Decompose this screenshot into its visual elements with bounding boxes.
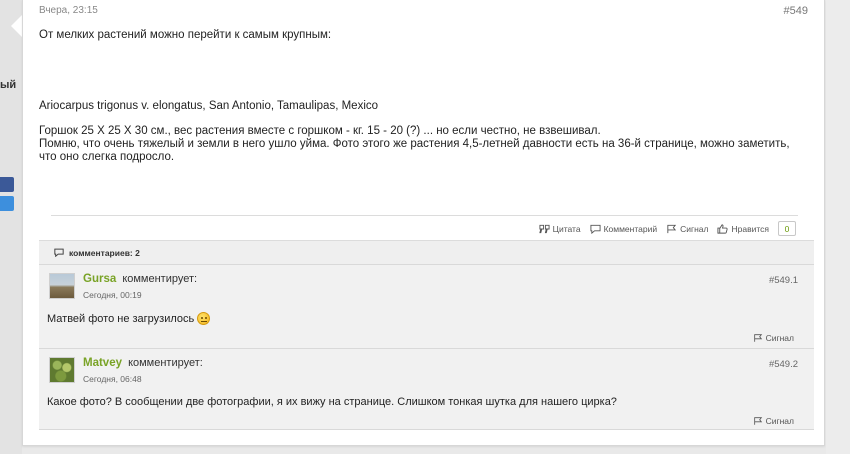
comment-author-link[interactable]: Gursa xyxy=(83,273,116,285)
like-count-badge: 0 xyxy=(778,221,796,236)
forum-post: Вчера, 23:15 #549 От мелких растений мож… xyxy=(22,0,825,446)
flag-icon xyxy=(667,224,677,233)
signal-button[interactable]: Сигнал xyxy=(666,224,708,234)
speech-bubble-icon xyxy=(590,224,601,234)
thumbs-up-icon xyxy=(717,223,729,234)
post-text-line: Помню, что очень тяжелый и земли в него … xyxy=(39,138,790,150)
like-label: Нравится xyxy=(731,223,769,234)
comment-signal-label: Сигнал xyxy=(765,333,794,343)
comments-header: комментариев: 2 xyxy=(39,240,814,264)
post-text-line: Горшок 25 X 25 X 30 см., вес растения вм… xyxy=(39,125,601,137)
comment-timestamp: Сегодня, 00:19 xyxy=(83,290,142,300)
comment-author-link[interactable]: Matvey xyxy=(83,357,122,369)
comment-button[interactable]: Комментарий xyxy=(590,223,658,234)
comment-author-line: Matvey комментирует: xyxy=(83,357,203,369)
comment-text: Какое фото? В сообщении две фотографии, … xyxy=(47,396,617,408)
comment-body: Матвей фото не загрузилось xyxy=(47,312,195,325)
quote-button[interactable]: Цитата xyxy=(538,223,581,234)
quote-icon xyxy=(538,224,550,233)
post-timestamp: Вчера, 23:15 xyxy=(39,5,98,16)
signal-label: Сигнал xyxy=(680,223,709,234)
right-page-margin xyxy=(826,0,850,454)
like-button[interactable]: Нравится xyxy=(717,224,769,234)
comment-verb: комментирует: xyxy=(128,357,203,369)
quote-label: Цитата xyxy=(552,223,581,234)
left-sidebar-edge: ый xyxy=(0,0,22,454)
avatar[interactable] xyxy=(49,273,75,299)
comment-label: Комментарий xyxy=(603,223,658,234)
post-actions: Цитата Комментарий Сигнал Нравится 0 xyxy=(538,221,796,236)
twitter-share-icon[interactable] xyxy=(0,196,14,211)
comment-text: Матвей фото не загрузилось xyxy=(47,312,211,325)
comment-timestamp: Сегодня, 06:48 xyxy=(83,374,142,384)
post-text-line: От мелких растений можно перейти к самым… xyxy=(39,29,332,41)
comment-body: Какое фото? В сообщении две фотографии, … xyxy=(47,396,617,408)
comment-author-line: Gursa комментирует: xyxy=(83,273,197,285)
post-number-link[interactable]: #549 xyxy=(784,5,808,17)
comment-item: Gursa комментирует: Сегодня, 00:19 #549.… xyxy=(39,264,814,348)
comment-number-link[interactable]: #549.1 xyxy=(769,275,798,286)
comments-count: комментариев: 2 xyxy=(69,247,140,258)
post-divider xyxy=(51,215,798,216)
comment-verb: комментирует: xyxy=(122,273,198,285)
comment-number-link[interactable]: #549.2 xyxy=(769,359,798,370)
post-pointer xyxy=(11,15,22,37)
comments-section: комментариев: 2 Gursa комментирует: Сего… xyxy=(39,240,814,430)
avatar[interactable] xyxy=(49,357,75,383)
comment-signal-button[interactable]: Сигнал xyxy=(753,416,794,426)
post-text-line: Ariocarpus trigonus v. elongatus, San An… xyxy=(39,100,379,112)
comment-bubble-icon xyxy=(54,248,64,257)
sidebar-cut-text: ый xyxy=(0,79,17,91)
comment-signal-label: Сигнал xyxy=(765,416,794,426)
post-text-line: что оно слегка подросло. xyxy=(39,151,175,163)
flag-icon xyxy=(753,417,762,425)
comment-item: Matvey комментирует: Сегодня, 06:48 #549… xyxy=(39,348,814,430)
confused-smiley-icon xyxy=(197,312,211,325)
facebook-share-icon[interactable] xyxy=(0,177,14,192)
comment-signal-button[interactable]: Сигнал xyxy=(753,333,794,343)
flag-icon xyxy=(753,334,762,342)
